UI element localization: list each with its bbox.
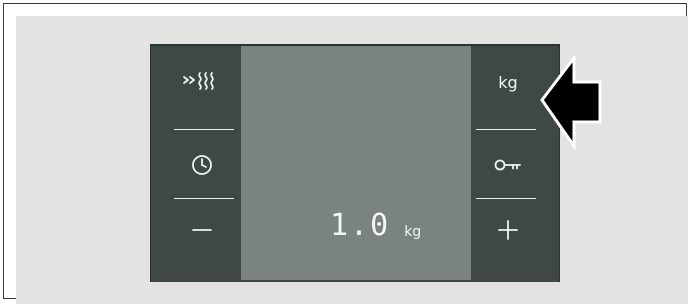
lock-button[interactable] bbox=[476, 141, 540, 189]
right-button-column: kg bbox=[476, 46, 540, 280]
key-lock-icon bbox=[494, 159, 521, 171]
weight-button[interactable]: kg bbox=[476, 58, 540, 106]
weight-unit: kg bbox=[404, 224, 422, 240]
left-divider-bottom bbox=[174, 198, 234, 199]
plus-icon bbox=[498, 220, 518, 240]
minus-button[interactable] bbox=[170, 206, 234, 254]
clock-icon bbox=[192, 155, 212, 175]
minus-icon bbox=[192, 229, 212, 231]
display-screen bbox=[241, 46, 471, 280]
timer-button[interactable] bbox=[170, 141, 234, 189]
left-button-column bbox=[170, 46, 234, 280]
plus-button[interactable] bbox=[476, 206, 540, 254]
right-divider-top bbox=[476, 129, 536, 130]
weight-kg-icon: kg bbox=[498, 72, 518, 92]
weight-value: 1.0 bbox=[330, 208, 391, 243]
speed-steam-icon bbox=[183, 72, 214, 90]
speed-steam-button[interactable] bbox=[170, 56, 234, 104]
left-divider-top bbox=[174, 129, 234, 130]
right-divider-bottom bbox=[476, 198, 536, 199]
pointer-arrow-icon bbox=[540, 53, 604, 156]
weight-readout: 1.0 kg bbox=[330, 210, 421, 242]
